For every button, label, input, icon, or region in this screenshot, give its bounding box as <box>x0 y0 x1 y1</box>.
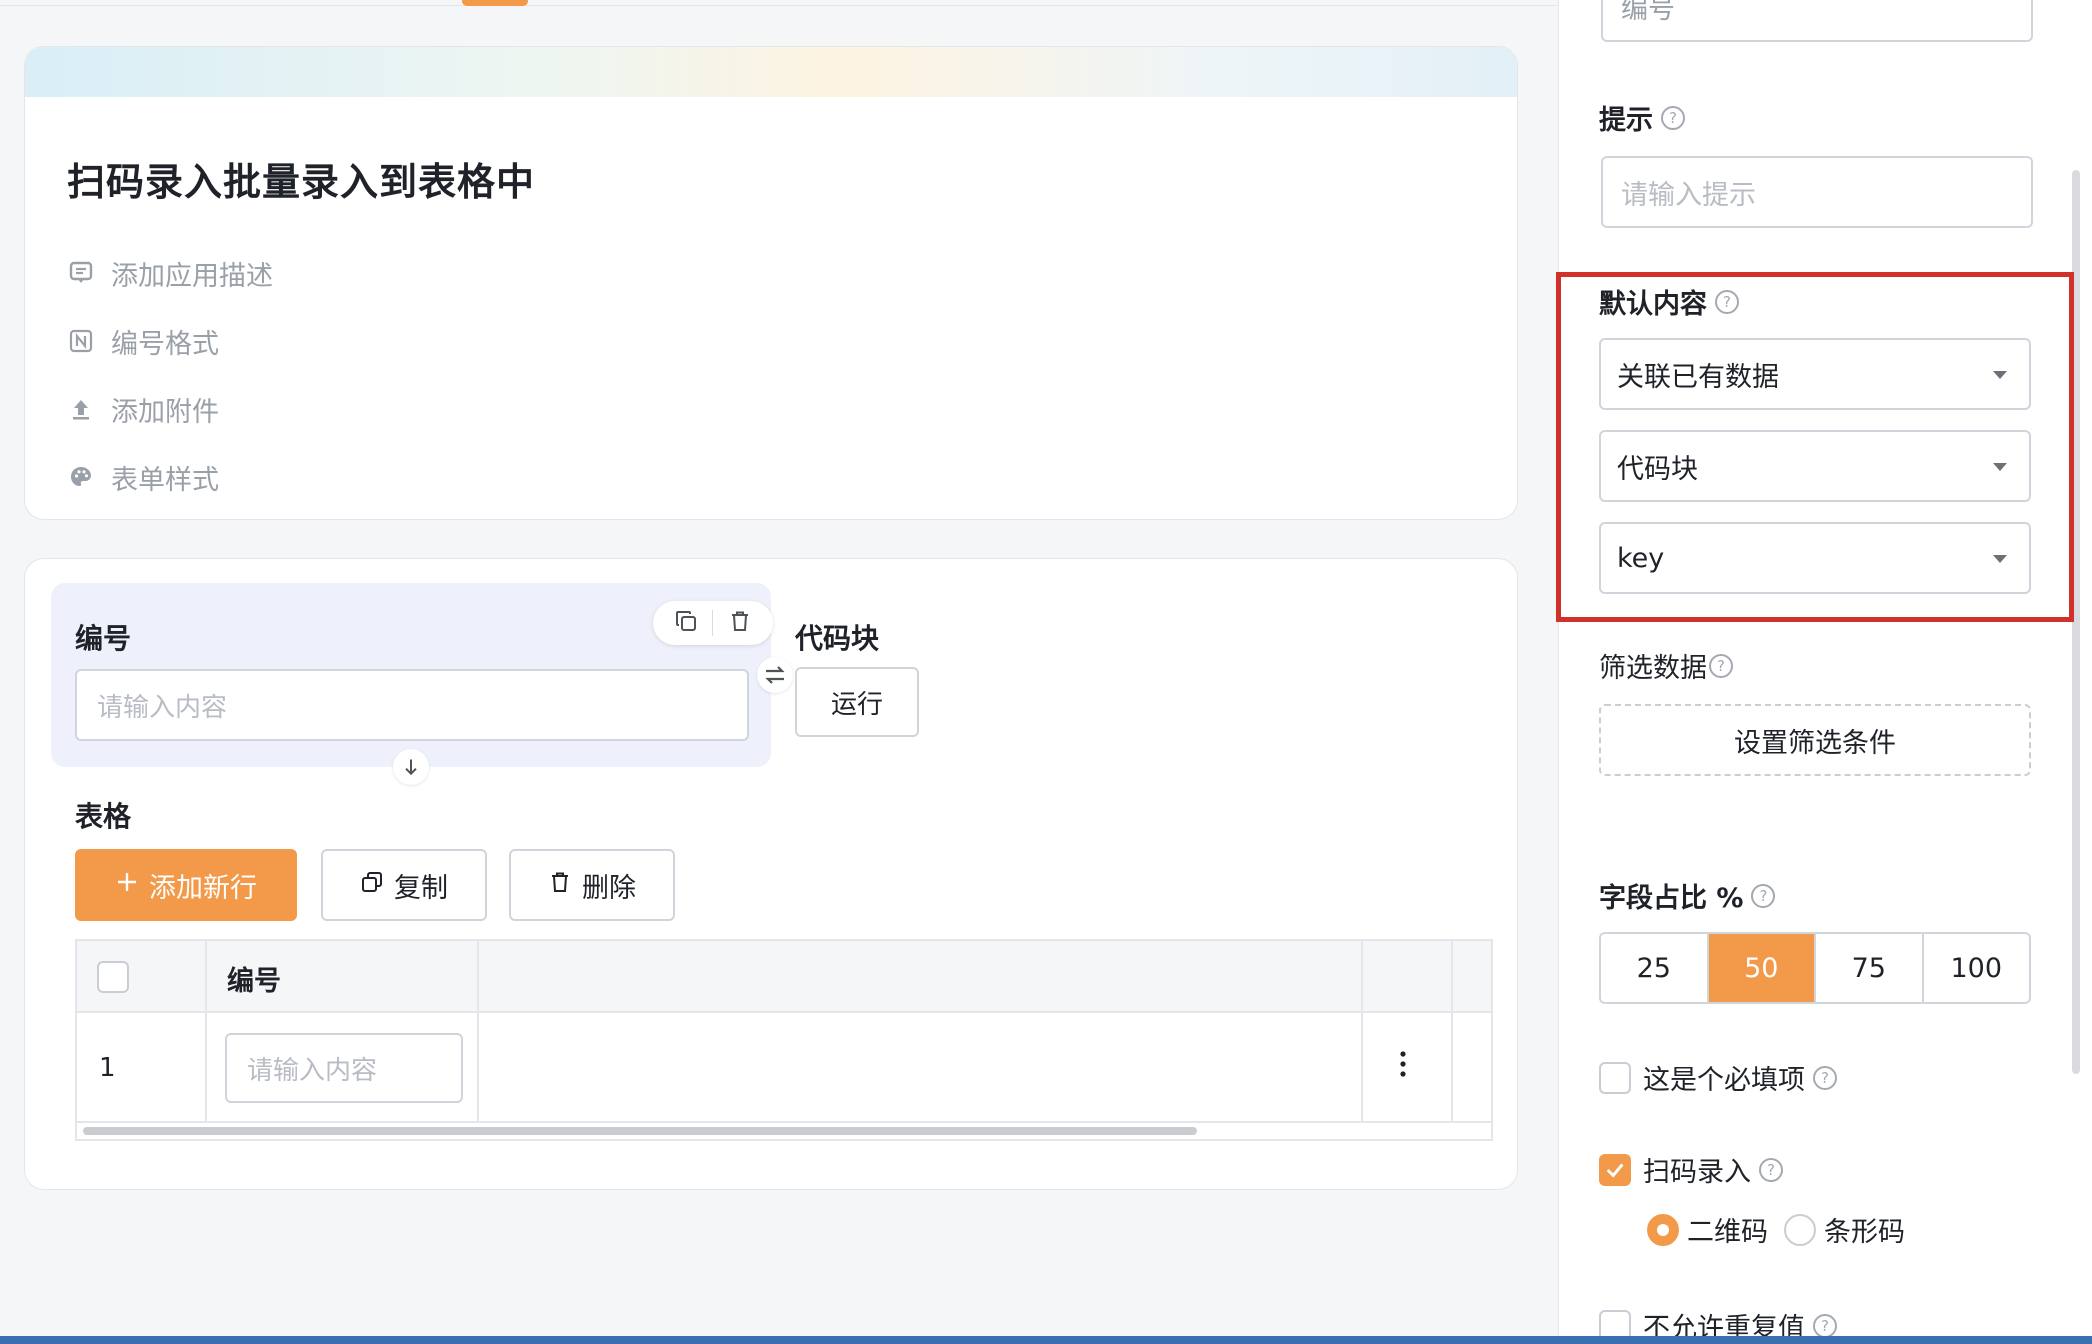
field-number-input[interactable]: 请输入内容 <box>75 669 749 741</box>
row-index: 1 <box>99 1053 116 1083</box>
data-table: 编号 1 请输入内容 <box>75 939 1493 1141</box>
table-field-label: 表格 <box>75 800 132 833</box>
number-format-icon <box>67 327 95 355</box>
barcode-label[interactable]: 条形码 <box>1824 1210 1905 1249</box>
check-icon <box>1606 1163 1624 1178</box>
default-content-highlight <box>1556 272 2074 622</box>
field-properties-panel: 编号 提示 ? 请输入提示 默认内容 ? 关联已有数据 代码块 key 筛选数据… <box>1558 0 2092 1344</box>
column-header-number: 编号 <box>227 966 281 997</box>
copy-label: 复制 <box>394 872 448 904</box>
form-style-item[interactable]: 表单样式 <box>67 457 219 497</box>
set-filter-button[interactable]: 设置筛选条件 <box>1599 704 2031 776</box>
number-format-label: 编号格式 <box>111 328 219 360</box>
help-icon[interactable]: ? <box>1759 1157 1783 1182</box>
field-number-label: 编号 <box>75 622 132 655</box>
filter-data-label-text: 筛选数据 <box>1599 653 1707 684</box>
delete-button[interactable]: 删除 <box>509 849 675 921</box>
column-divider <box>1451 941 1453 1123</box>
scan-type-radio-group: 二维码 条形码 <box>1647 1210 1905 1249</box>
width-ratio-label: 字段占比 % ? <box>1599 876 1776 915</box>
field-title-input[interactable]: 编号 <box>1601 0 2033 42</box>
trash-icon[interactable] <box>728 609 752 637</box>
table-header <box>77 941 1491 1013</box>
add-attachment-label: 添加附件 <box>111 396 219 428</box>
width-option-25[interactable]: 25 <box>1601 934 1709 1002</box>
run-button[interactable]: 运行 <box>795 667 919 737</box>
add-row-button[interactable]: 添加新行 <box>75 849 297 921</box>
width-ratio-segmented: 25 50 75 100 <box>1599 932 2031 1004</box>
number-format-item[interactable]: 编号格式 <box>67 321 219 361</box>
help-icon[interactable]: ? <box>1813 1065 1837 1090</box>
width-option-100[interactable]: 100 <box>1924 934 2030 1002</box>
column-divider <box>1361 941 1363 1123</box>
required-label: 这是个必填项 <box>1643 1065 1805 1096</box>
comment-icon <box>67 259 95 287</box>
qrcode-radio[interactable] <box>1647 1213 1679 1246</box>
table-horizontal-scrollbar[interactable] <box>83 1127 1197 1135</box>
field-toolbar <box>653 601 773 645</box>
plus-icon <box>115 870 139 901</box>
toolbar-divider <box>712 610 714 636</box>
add-row-label: 添加新行 <box>149 872 257 904</box>
add-attachment-item[interactable]: 添加附件 <box>67 389 219 429</box>
hint-input[interactable]: 请输入提示 <box>1601 156 2033 228</box>
swap-icon[interactable] <box>757 657 793 693</box>
width-option-75[interactable]: 75 <box>1816 934 1924 1002</box>
hint-label-text: 提示 <box>1599 105 1653 136</box>
copy-icon[interactable] <box>674 609 698 637</box>
select-all-checkbox[interactable] <box>97 961 129 993</box>
copy-button[interactable]: 复制 <box>321 849 487 921</box>
arrow-down-icon[interactable] <box>393 749 429 785</box>
taskbar-edge <box>0 1336 2092 1344</box>
add-description-label: 添加应用描述 <box>111 260 273 292</box>
app-header-card: 扫码录入批量录入到表格中 添加应用描述 编号格式 添加附件 表单样式 <box>24 46 1518 520</box>
add-description-item[interactable]: 添加应用描述 <box>67 253 273 293</box>
help-icon[interactable]: ? <box>1661 105 1685 130</box>
copy-icon <box>360 870 384 901</box>
more-vertical-icon[interactable] <box>1391 1049 1415 1083</box>
top-divider <box>0 0 1558 6</box>
palette-icon <box>67 463 95 491</box>
help-icon[interactable]: ? <box>1751 883 1776 908</box>
help-icon[interactable]: ? <box>1709 653 1733 678</box>
active-tab-indicator <box>462 0 528 6</box>
required-option[interactable]: 这是个必填项 ? <box>1599 1058 1837 1097</box>
hint-label: 提示 ? <box>1599 98 1685 137</box>
help-icon[interactable]: ? <box>1813 1313 1837 1338</box>
required-checkbox[interactable] <box>1599 1061 1631 1094</box>
barcode-radio[interactable] <box>1784 1213 1816 1246</box>
header-banner <box>25 47 1517 97</box>
column-divider <box>477 941 479 1123</box>
qrcode-label[interactable]: 二维码 <box>1687 1210 1768 1249</box>
filter-data-label: 筛选数据 ? <box>1599 646 1733 685</box>
scan-entry-checkbox[interactable] <box>1599 1153 1631 1186</box>
delete-label: 删除 <box>582 872 636 904</box>
trash-icon <box>548 870 572 901</box>
app-title[interactable]: 扫码录入批量录入到表格中 <box>67 151 535 206</box>
form-canvas-card: 编号 请输入内容 代码块 运行 表格 添加新行 复制 删除 编号 1 请输入内容 <box>24 558 1518 1190</box>
field-code-block-label: 代码块 <box>795 622 880 655</box>
row-number-input[interactable]: 请输入内容 <box>225 1033 463 1103</box>
width-option-50[interactable]: 50 <box>1708 934 1816 1002</box>
scan-entry-option[interactable]: 扫码录入 ? <box>1599 1150 1783 1189</box>
width-ratio-label-text: 字段占比 % <box>1599 883 1744 914</box>
scan-entry-label: 扫码录入 <box>1643 1157 1751 1188</box>
upload-icon <box>67 395 95 423</box>
field-number-selected[interactable]: 编号 请输入内容 <box>51 583 773 767</box>
column-divider <box>205 941 207 1123</box>
row-divider <box>77 1121 1491 1123</box>
form-style-label: 表单样式 <box>111 464 219 496</box>
